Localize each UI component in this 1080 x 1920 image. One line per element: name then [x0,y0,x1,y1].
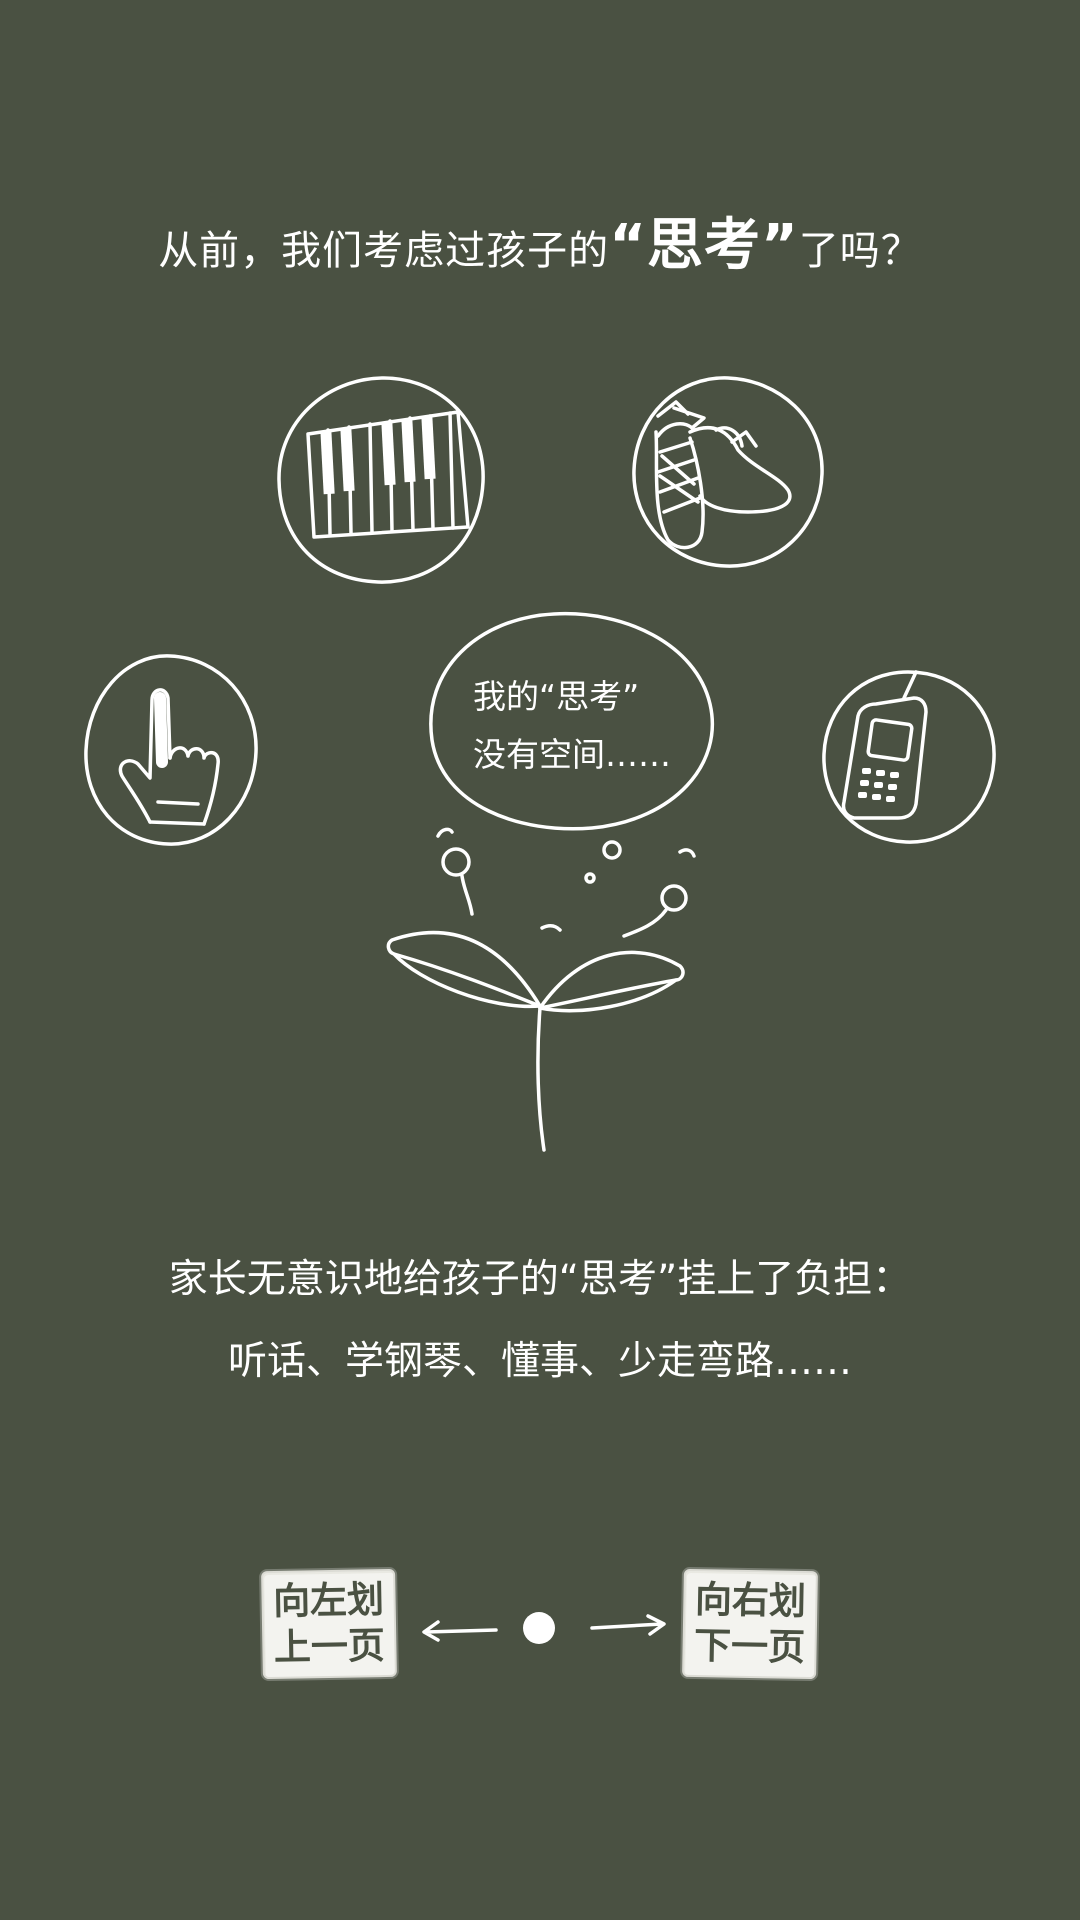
bubble-line-1: 我的“思考” [473,677,640,716]
title-suffix: 了吗？ [798,228,922,274]
sprout-icon [386,827,696,1152]
next-page-button[interactable]: 向右划 下一页 [682,1568,818,1680]
previous-page-button[interactable]: 向左划 上一页 [261,1568,397,1680]
ballet-shoes-icon [632,376,824,568]
mobile-phone-icon [822,670,996,844]
pointing-finger-icon [84,654,258,846]
burden-text-line-1: 家长无意识地给孩子的“思考”挂上了负担： [168,1257,912,1302]
swipe-dot-icon [523,1612,555,1644]
piano-keys-icon [277,376,485,584]
prev-label-line-2: 上一页 [273,1624,386,1669]
title-prefix: 从前，我们考虑过孩子的 [158,228,610,274]
prev-label-line-1: 向左划 [272,1578,385,1623]
title-emphasis: “思考” [609,213,799,278]
next-label-line-2: 下一页 [693,1624,806,1669]
burden-text-line-2: 听话、学钢琴、懂事、少走弯路…… [227,1339,852,1384]
left-arrow-icon [422,1620,498,1642]
bubble-line-2: 没有空间…… [473,735,671,774]
thought-bubble-text: 我的“思考” 没有空间…… [473,668,671,784]
page-title: 从前，我们考虑过孩子的“思考”了吗？ [0,200,1080,281]
next-label-line-1: 向右划 [694,1578,807,1623]
right-arrow-icon [590,1614,666,1636]
